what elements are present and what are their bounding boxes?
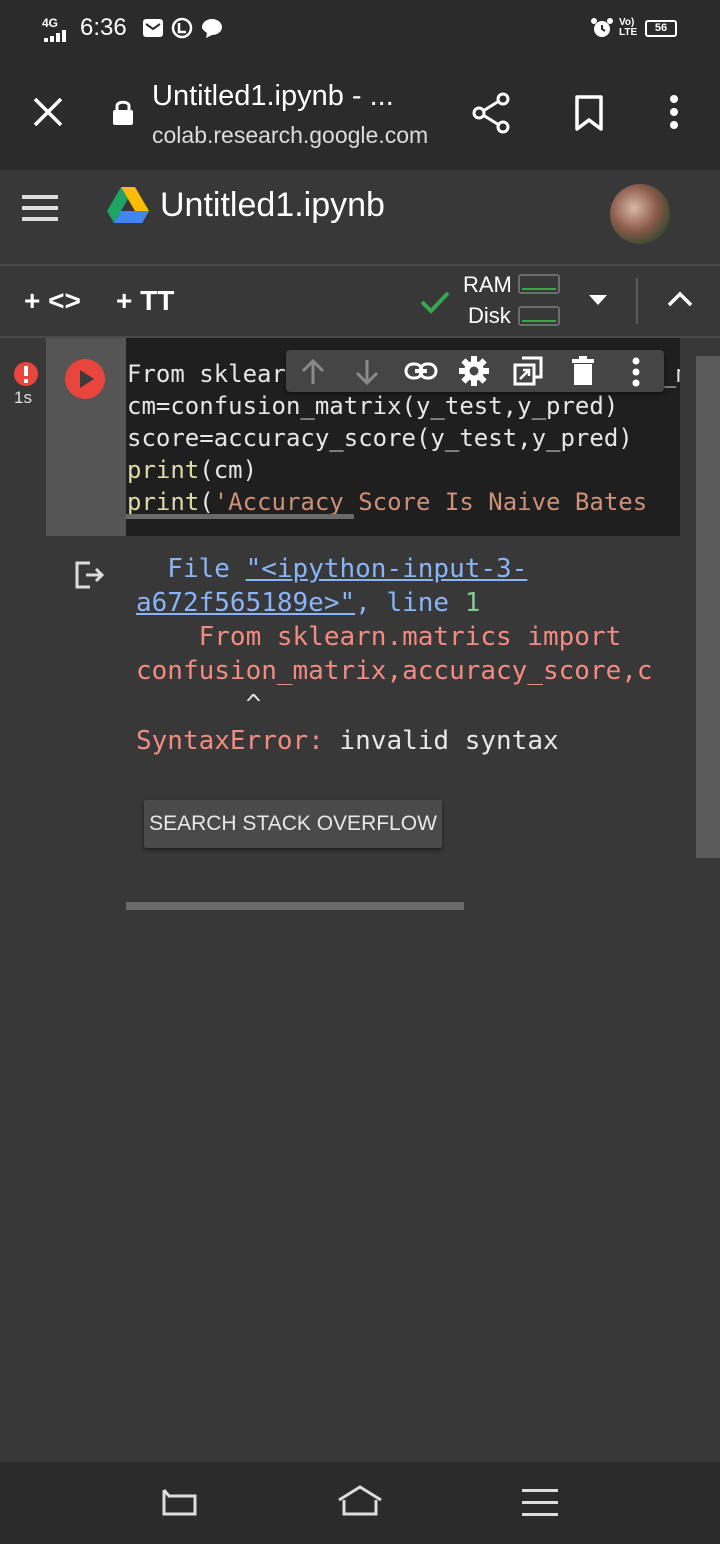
disk-usage-bar[interactable] <box>518 306 560 326</box>
browser-bar: Untitled1.ipynb - ... colab.research.goo… <box>0 58 720 170</box>
connected-check-icon <box>420 291 450 314</box>
delete-icon[interactable] <box>570 355 596 387</box>
error-type: SyntaxError: <box>136 726 324 756</box>
exec-time: 1s <box>14 388 32 407</box>
traceback-file-link[interactable]: a672f565189e>" <box>136 588 355 618</box>
link-icon[interactable] <box>404 361 438 381</box>
back-icon[interactable] <box>160 1486 198 1518</box>
move-down-icon[interactable] <box>354 358 380 386</box>
traceback-file-link[interactable]: "<ipython-input-3- <box>246 554 528 584</box>
notebook-toolbar: + <> + TT RAM Disk <box>0 266 720 338</box>
error-source-line: From sklearn.matrics import <box>136 622 622 652</box>
google-drive-icon[interactable] <box>106 186 150 224</box>
battery-indicator: 56 <box>645 20 677 37</box>
code-token: ( <box>199 488 214 516</box>
traceback-file-line: a672f565189e>", line 1 <box>136 588 480 618</box>
code-line: print(cm) <box>127 456 257 484</box>
signal-icon <box>44 30 66 42</box>
recents-menu-icon[interactable] <box>522 1488 558 1518</box>
code-horizontal-scrollbar[interactable] <box>126 514 354 519</box>
line-number: 1 <box>464 588 481 618</box>
mirror-cell-icon[interactable] <box>512 355 544 387</box>
collapse-chevron-up-icon[interactable] <box>666 290 694 308</box>
dropdown-arrow-icon[interactable] <box>588 294 608 306</box>
chat-icon <box>202 19 222 38</box>
cell-toolbar <box>286 350 664 392</box>
network-indicator: 4G <box>42 16 59 30</box>
add-code-button[interactable]: + <> <box>24 284 88 318</box>
ram-label: RAM <box>463 272 512 297</box>
error-message-line: SyntaxError: invalid syntax <box>136 726 559 756</box>
alarm-icon <box>591 18 613 37</box>
add-text-button[interactable]: + TT <box>116 284 182 318</box>
line-label: , line <box>355 588 465 618</box>
bookmark-icon[interactable] <box>574 94 604 132</box>
home-icon[interactable] <box>336 1484 384 1518</box>
url-text[interactable]: colab.research.google.com <box>152 122 428 149</box>
error-message: invalid syntax <box>323 726 559 756</box>
code-line: print('Accuracy Score Is Naive Bates <box>127 488 647 516</box>
output-horizontal-scrollbar[interactable] <box>126 902 464 910</box>
code-line: score=accuracy_score(y_test,y_pred) <box>127 424 633 452</box>
toolbar-divider <box>636 278 638 324</box>
app-icon <box>171 17 193 39</box>
avatar[interactable] <box>610 184 670 244</box>
code-line: cm=confusion_matrix(y_test,y_pred) <box>127 392 619 420</box>
disk-label: Disk <box>468 303 511 328</box>
traceback-file-line: File "<ipython-input-3- <box>136 554 527 584</box>
lock-icon <box>113 100 133 125</box>
file-label: File <box>136 554 246 584</box>
code-token: print <box>127 456 200 484</box>
error-source-line: confusion_matrix,accuracy_score,c <box>136 656 653 686</box>
search-stack-overflow-button[interactable]: SEARCH STACK OVERFLOW <box>144 800 442 848</box>
code-token: (cm) <box>199 456 258 484</box>
error-indicator-icon[interactable] <box>12 360 40 388</box>
tab-title[interactable]: Untitled1.ipynb - ... <box>152 80 394 113</box>
move-up-icon[interactable] <box>300 358 326 386</box>
system-nav-bar <box>0 1462 720 1544</box>
close-icon[interactable] <box>32 96 64 128</box>
notebook-title[interactable]: Untitled1.ipynb <box>160 186 385 225</box>
mail-icon <box>143 19 163 37</box>
settings-gear-icon[interactable] <box>458 355 490 387</box>
colab-header: Untitled1.ipynb <box>0 170 720 266</box>
code-token: print <box>127 488 200 516</box>
cell-output: File "<ipython-input-3- a672f565189e>", … <box>46 536 680 910</box>
share-icon[interactable] <box>472 92 512 134</box>
more-vert-icon[interactable] <box>668 94 680 130</box>
cell-gutter <box>46 338 126 536</box>
volte-indicator: Vo) LTE <box>619 17 638 38</box>
ram-usage-bar[interactable] <box>518 274 560 294</box>
cell-more-vert-icon[interactable] <box>630 357 642 387</box>
error-caret: ^ <box>136 690 262 720</box>
output-actions-icon[interactable] <box>74 560 106 590</box>
clock: 6:36 <box>80 14 127 41</box>
code-token: 'Accuracy Score Is Naive Bates <box>213 488 648 516</box>
status-bar: 4G 6:36 Vo) LTE 56 <box>0 0 720 58</box>
page-vertical-scrollbar[interactable] <box>696 356 720 858</box>
run-button[interactable] <box>64 358 106 400</box>
menu-icon[interactable] <box>22 194 58 222</box>
